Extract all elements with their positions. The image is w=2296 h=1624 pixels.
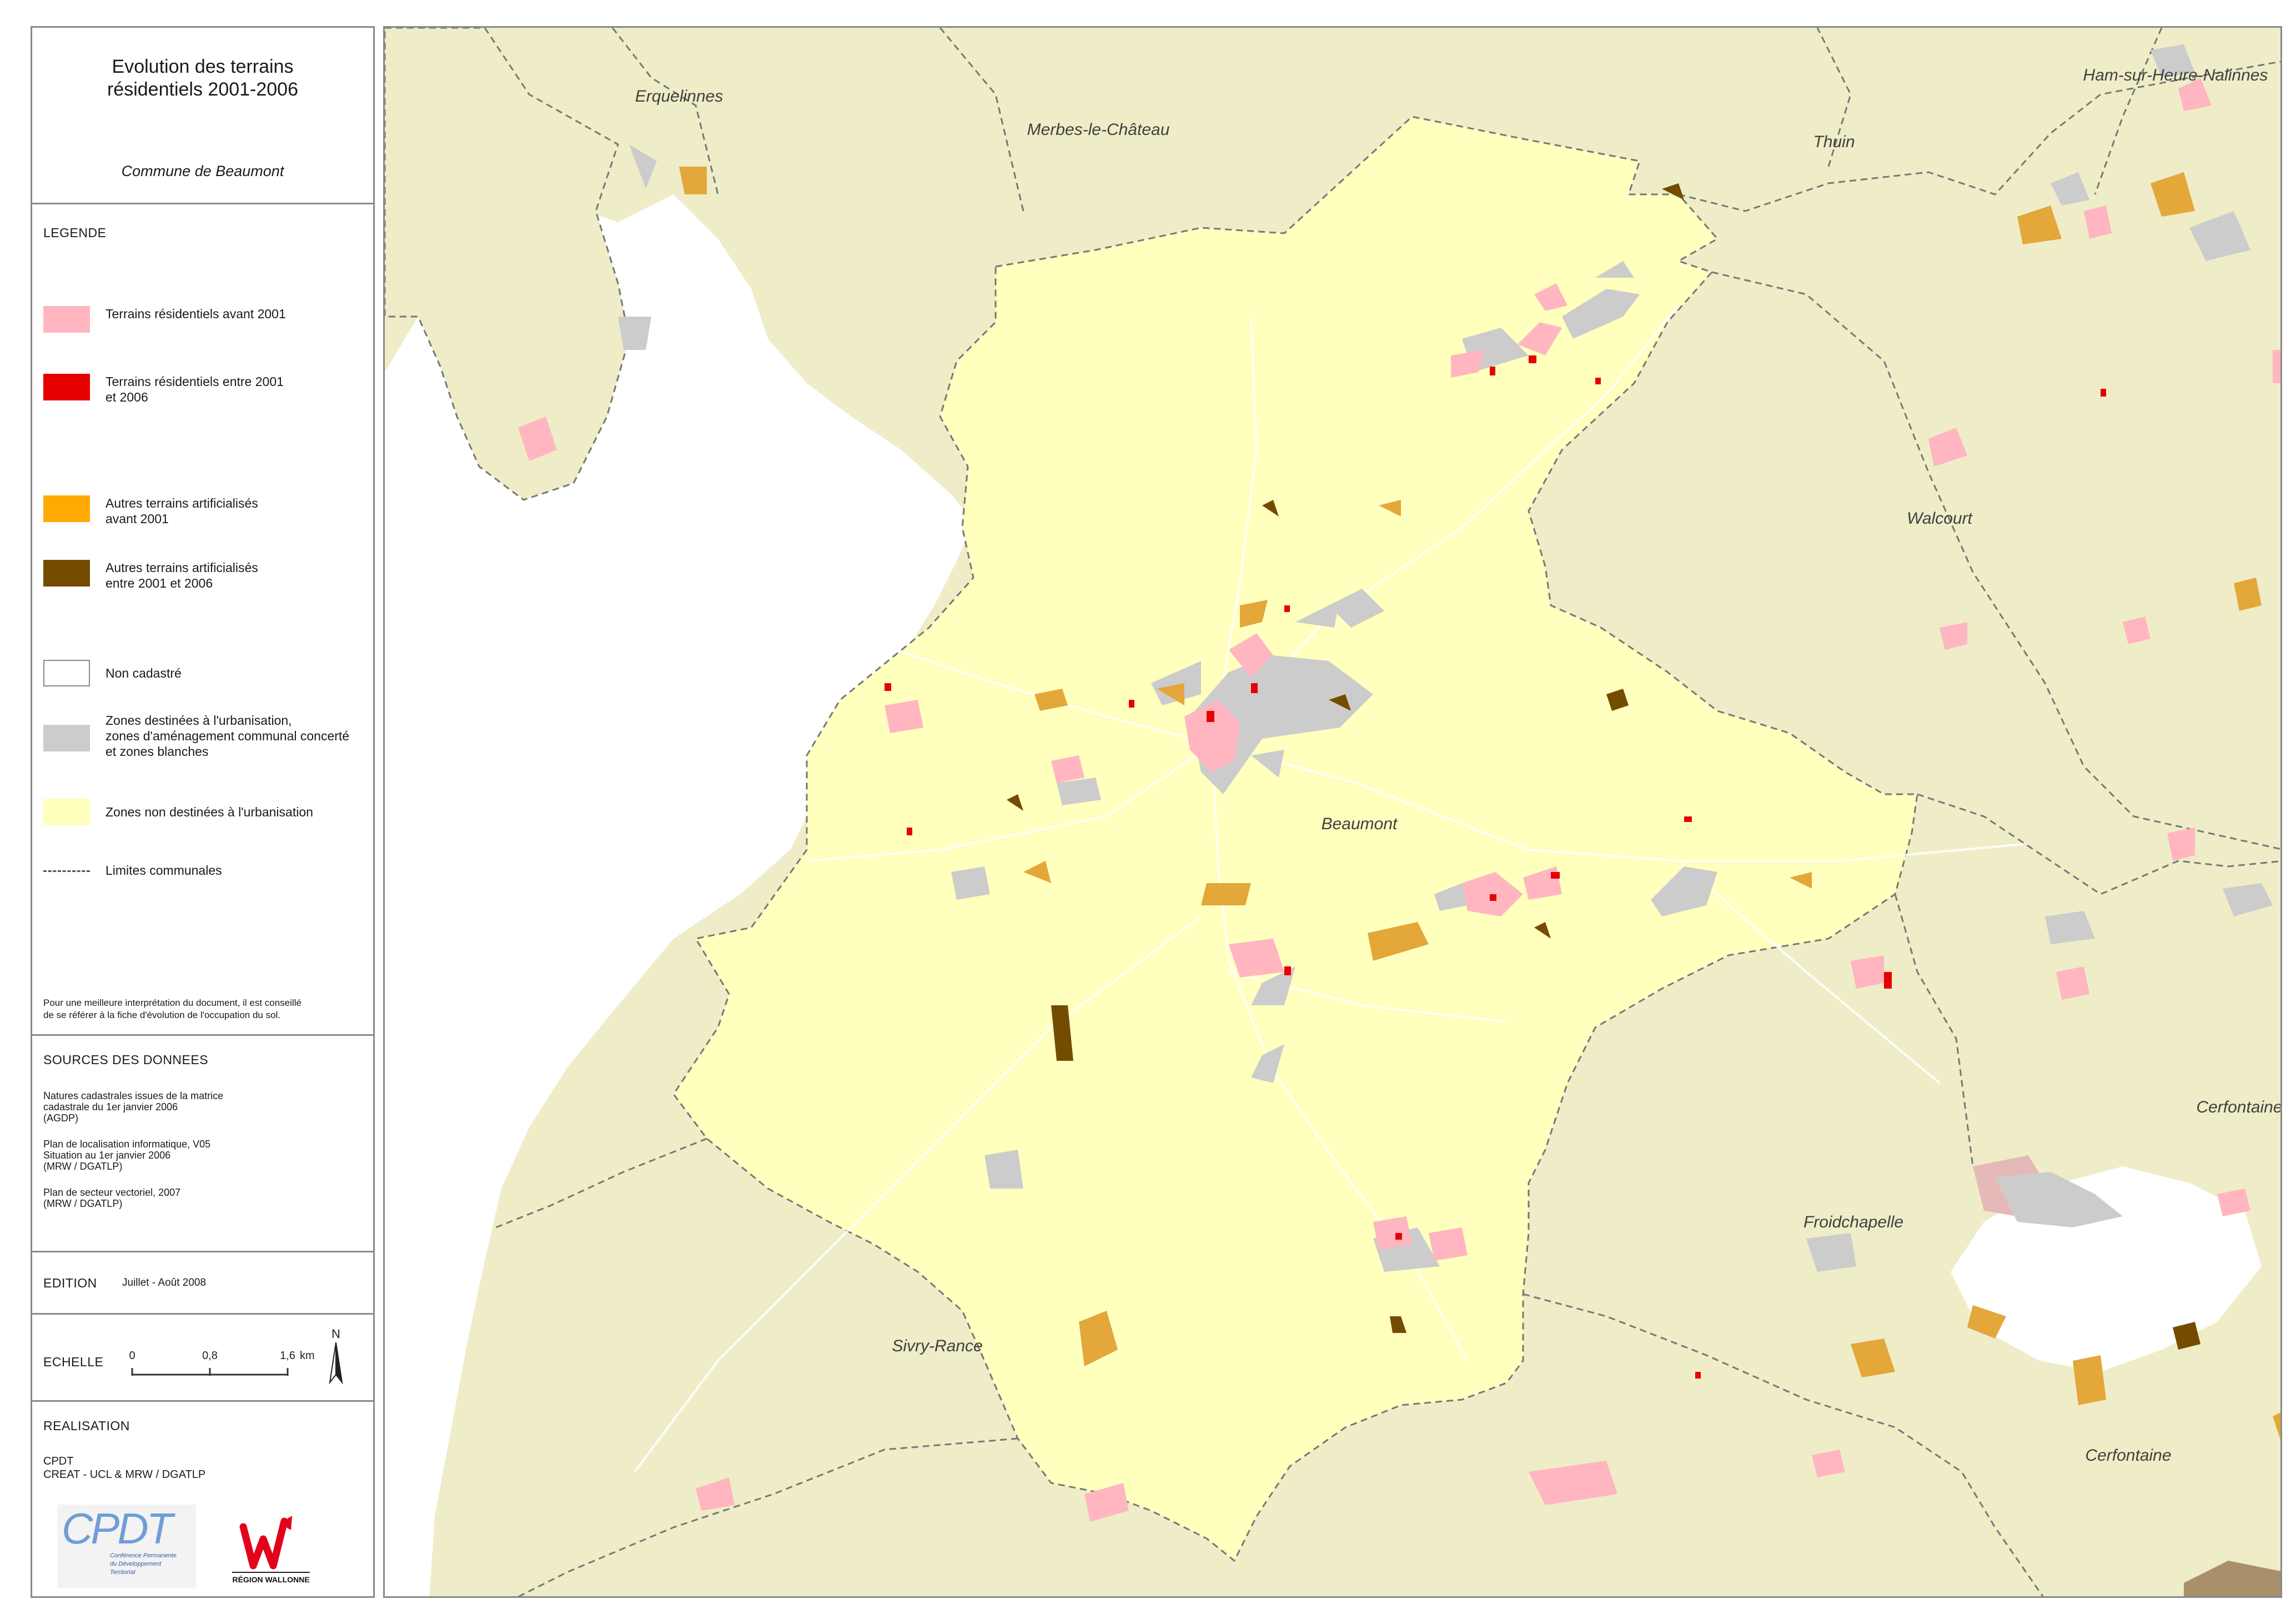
north-arrow-icon: N	[329, 1327, 343, 1385]
place-label-beaumont: Beaumont	[1322, 815, 1398, 833]
swatch-non-cadastre	[43, 660, 90, 686]
swatch-urbanisation	[43, 725, 90, 751]
realisation-section: REALISATION CPDT CREAT - UCL & MRW / DGA…	[32, 1402, 373, 1596]
legend-label: Terrains résidentiels entre 2001	[105, 374, 284, 389]
credit-line: CPDT	[43, 1455, 74, 1467]
map-side-panel: Evolution des terrains résidentiels 2001…	[31, 26, 375, 1598]
region-logo-caption: RÉGION WALLONNE	[232, 1575, 309, 1584]
legend-note-line: Pour une meilleure interprétation du doc…	[43, 998, 302, 1008]
swatch-residential-new	[43, 374, 90, 400]
legend-label: Autres terrains artificialisés	[105, 496, 258, 510]
place-label-walcourt: Walcourt	[1907, 509, 1973, 528]
realisation-label: REALISATION	[43, 1419, 130, 1433]
place-label-erquelinnes: Erquelinnes	[635, 87, 723, 106]
edition-label: EDITION	[43, 1276, 97, 1290]
scale-label: ECHELLE	[43, 1355, 104, 1369]
scale-tick-label: 0,8	[202, 1350, 218, 1362]
legend-label: Autres terrains artificialisés	[105, 560, 258, 575]
map-subtitle: Commune de Beaumont	[121, 163, 284, 179]
region-wallonne-logo: RÉGION WALLONNE	[232, 1516, 310, 1584]
map-frame: Erquelinnes Merbes-le-Château Thuin Ham-…	[383, 26, 2282, 1598]
credit-line: CREAT - UCL & MRW / DGATLP	[43, 1468, 206, 1481]
legend-label: et 2006	[105, 390, 148, 404]
source-line: (MRW / DGATLP)	[43, 1161, 123, 1172]
legend-heading: LEGENDE	[43, 225, 107, 240]
legend-label: Zones non destinées à l'urbanisation	[105, 805, 313, 819]
map-title: Evolution des terrains résidentiels 2001…	[32, 56, 373, 101]
legend-section: LEGENDE Terrains résidentiels avant 2001…	[32, 204, 373, 1036]
scale-tick-label: 0	[129, 1350, 135, 1362]
source-line: Plan de secteur vectoriel, 2007	[43, 1187, 181, 1198]
edition-value: Juillet - Août 2008	[122, 1277, 207, 1289]
legend-label: Zones destinées à l'urbanisation,	[105, 713, 292, 728]
scale-tick-label: 1,6	[280, 1350, 295, 1362]
source-line: Natures cadastrales issues de la matrice	[43, 1090, 224, 1101]
source-block: Natures cadastrales issues de la matrice…	[43, 1090, 371, 1124]
north-label: N	[331, 1327, 340, 1341]
place-label-cerfontaine-east: Cerfontaine	[2196, 1098, 2282, 1116]
cpdt-logo: CPDT Conférence Permanente du Développem…	[57, 1505, 196, 1588]
cpdt-logo-caption: Territorial	[110, 1569, 135, 1576]
legend-note: Pour une meilleure interprétation du doc…	[43, 997, 371, 1021]
land-use-map: Erquelinnes Merbes-le-Château Thuin Ham-…	[385, 28, 2282, 1596]
legend-label: Non cadastré	[105, 666, 182, 680]
swatch-municipal-limits	[43, 870, 90, 872]
source-line: Situation au 1er janvier 2006	[43, 1150, 171, 1161]
scale-unit: km	[300, 1350, 315, 1362]
place-label-sivry-rance: Sivry-Rance	[892, 1337, 982, 1355]
place-label-froidchapelle: Froidchapelle	[1803, 1213, 1903, 1231]
legend-label: entre 2001 et 2006	[105, 576, 213, 590]
place-label-cerfontaine-south: Cerfontaine	[2085, 1446, 2171, 1465]
source-block: Plan de secteur vectoriel, 2007 (MRW / D…	[43, 1187, 371, 1209]
place-label-merbes-le-chateau: Merbes-le-Château	[1027, 121, 1170, 139]
swatch-residential-before	[43, 306, 90, 333]
scale-bar: 0 0,8 1,6 km N	[129, 1327, 343, 1385]
cpdt-logo-caption: Conférence Permanente	[110, 1552, 177, 1559]
map-title-line-2: résidentiels 2001-2006	[107, 79, 299, 100]
cpdt-logo-caption: du Développement	[110, 1561, 162, 1567]
legend-label: zones d'aménagement communal concerté	[105, 729, 350, 743]
legend-label: avant 2001	[105, 512, 169, 526]
sources-heading: SOURCES DES DONNEES	[43, 1052, 209, 1067]
place-label-thuin: Thuin	[1813, 133, 1855, 151]
scale-section: ECHELLE 0 0,8 1,6 km N	[32, 1315, 373, 1402]
legend-label: et zones blanches	[105, 744, 209, 759]
legend-label: Limites communales	[105, 863, 222, 878]
map-title-line-1: Evolution des terrains	[112, 56, 294, 77]
swatch-non-urbanisation	[43, 799, 90, 825]
source-line: Plan de localisation informatique, V05	[43, 1139, 211, 1150]
source-block: Plan de localisation informatique, V05 S…	[43, 1139, 371, 1172]
swatch-artificial-new	[43, 560, 90, 587]
source-line: cadastrale du 1er janvier 2006	[43, 1101, 178, 1112]
edition-section: EDITION Juillet - Août 2008	[32, 1252, 373, 1315]
cpdt-logo-text: CPDT	[62, 1505, 176, 1553]
source-line: (AGDP)	[43, 1112, 78, 1124]
swatch-artificial-before	[43, 495, 90, 522]
legend-note-line: de se référer à la fiche d'évolution de …	[43, 1010, 281, 1020]
legend-label: Terrains résidentiels avant 2001	[105, 307, 286, 321]
source-line: (MRW / DGATLP)	[43, 1198, 123, 1209]
place-label-ham-sur-heure-nalinnes: Ham-sur-Heure-Nalinnes	[2083, 66, 2268, 84]
sources-section: SOURCES DES DONNEES Natures cadastrales …	[32, 1036, 373, 1252]
realisation-credits: CPDT CREAT - UCL & MRW / DGATLP	[43, 1455, 371, 1481]
title-section: Evolution des terrains résidentiels 2001…	[32, 28, 373, 204]
